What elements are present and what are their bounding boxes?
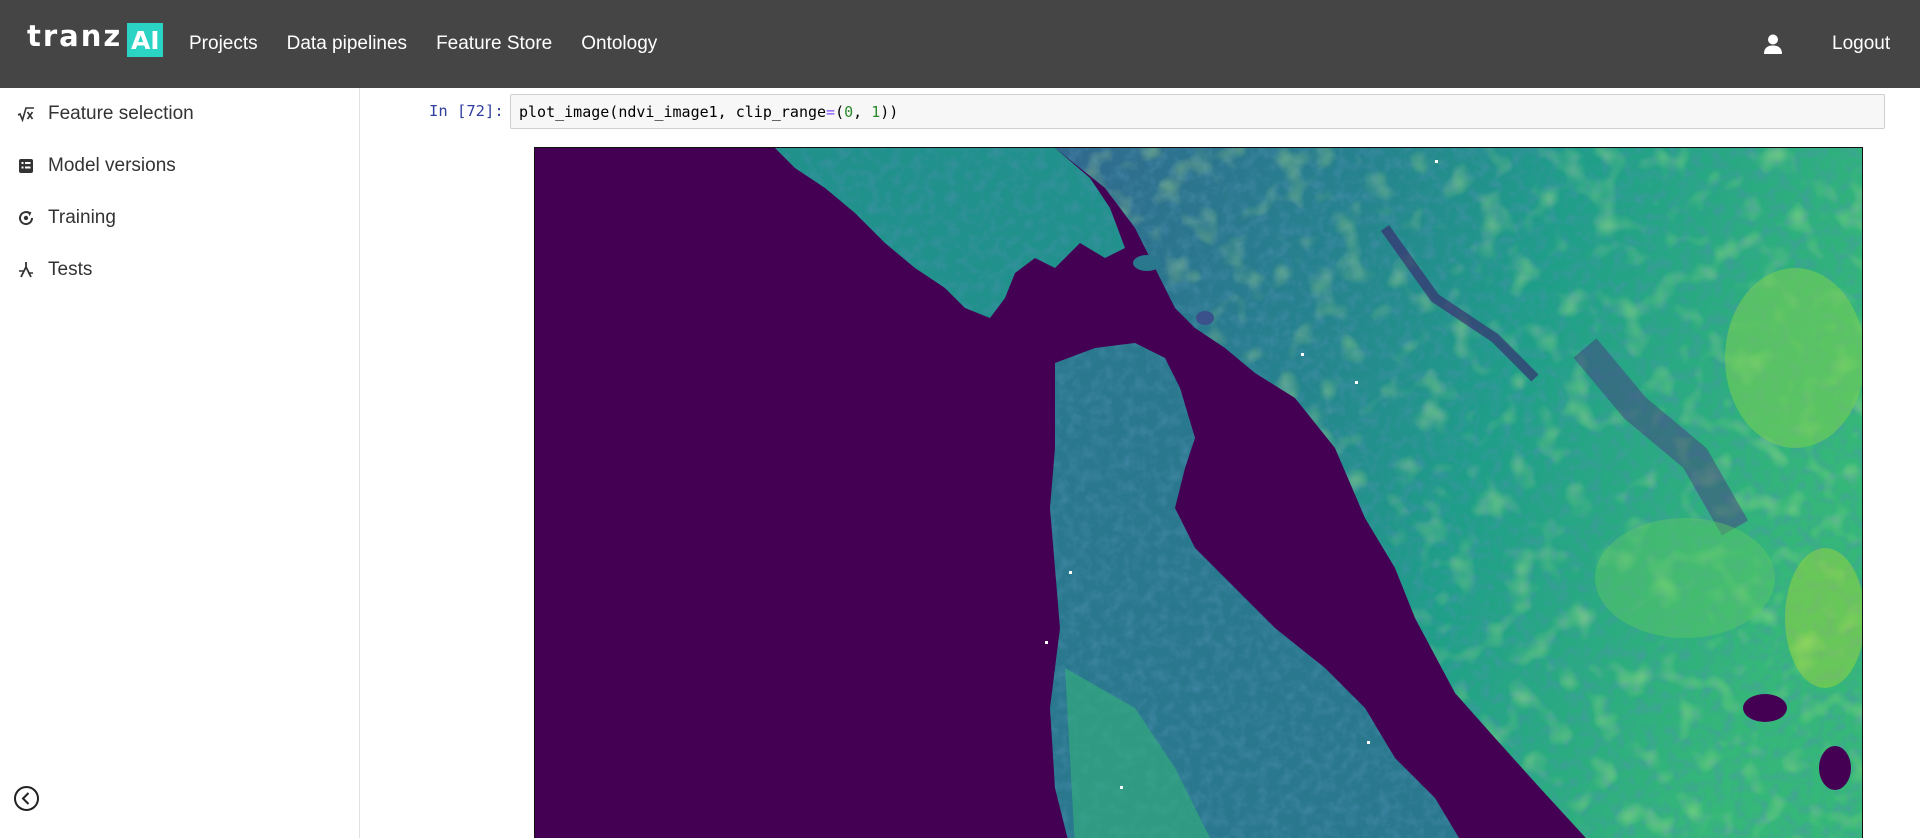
list-icon (16, 156, 36, 176)
chevron-left-circle-icon[interactable] (13, 785, 40, 812)
cell-prompt: In [72]: (429, 102, 504, 120)
sidebar-item-model-versions[interactable]: Model versions (0, 140, 359, 192)
reservoir (1819, 746, 1851, 790)
sidebar-item-label: Tests (48, 259, 93, 280)
code-fn: plot_image(ndvi_image1, clip_range (519, 103, 827, 121)
vegetation-patch (1725, 268, 1862, 448)
sidebar-item-label: Training (48, 207, 116, 228)
nav-ontology[interactable]: Ontology (581, 33, 657, 55)
notebook-area: In [72]: plot_image(ndvi_image1, clip_ra… (361, 88, 1920, 838)
island (1133, 255, 1161, 271)
nodata-pixel (1045, 641, 1048, 644)
sidebar-item-label: Model versions (48, 155, 176, 176)
nodata-pixel (1120, 786, 1123, 789)
ndvi-map (535, 148, 1862, 838)
logo-badge: AI (127, 23, 164, 57)
logo-text: tranz (27, 19, 123, 53)
nav-feature-store[interactable]: Feature Store (436, 33, 552, 55)
sidebar-item-training[interactable]: Training (0, 192, 359, 244)
logout-button[interactable]: Logout (1832, 0, 1890, 88)
vegetation-patch (1595, 518, 1775, 638)
code-number: 0 (844, 103, 854, 121)
nodata-pixel (1355, 381, 1358, 384)
code-paren: ( (835, 103, 845, 121)
refresh-icon (16, 208, 36, 228)
code-line[interactable]: plot_image(ndvi_image1, clip_range=(0, 1… (519, 103, 898, 121)
main-nav: Projects Data pipelines Feature Store On… (189, 0, 686, 88)
reservoir (1743, 694, 1787, 722)
sidebar-item-feature-selection[interactable]: Feature selection (0, 88, 359, 140)
nav-data-pipelines[interactable]: Data pipelines (287, 33, 407, 55)
sqrt-x-icon (16, 104, 36, 124)
nav-projects[interactable]: Projects (189, 33, 258, 55)
sidebar-item-label: Feature selection (48, 103, 194, 124)
ndvi-output-image (534, 147, 1863, 838)
nodata-pixel (1301, 353, 1304, 356)
code-paren: )) (880, 103, 899, 121)
flask-icon (16, 260, 36, 280)
app-logo[interactable]: tranz AI (27, 19, 164, 58)
nodata-pixel (1069, 571, 1072, 574)
sidebar-item-tests[interactable]: Tests (0, 244, 359, 296)
top-bar: tranz AI Projects Data pipelines Feature… (0, 0, 1920, 88)
user-icon[interactable] (1762, 33, 1784, 55)
nodata-pixel (1435, 160, 1438, 163)
code-number: 1 (871, 103, 881, 121)
vegetation-patch (1785, 548, 1862, 688)
island (1196, 311, 1214, 325)
code-sep: , (853, 103, 872, 121)
code-op: = (826, 103, 836, 121)
nodata-pixel (1367, 741, 1370, 744)
code-cell[interactable]: plot_image(ndvi_image1, clip_range=(0, 1… (510, 94, 1885, 129)
sidebar: Feature selection Model versions Trainin… (0, 88, 360, 838)
